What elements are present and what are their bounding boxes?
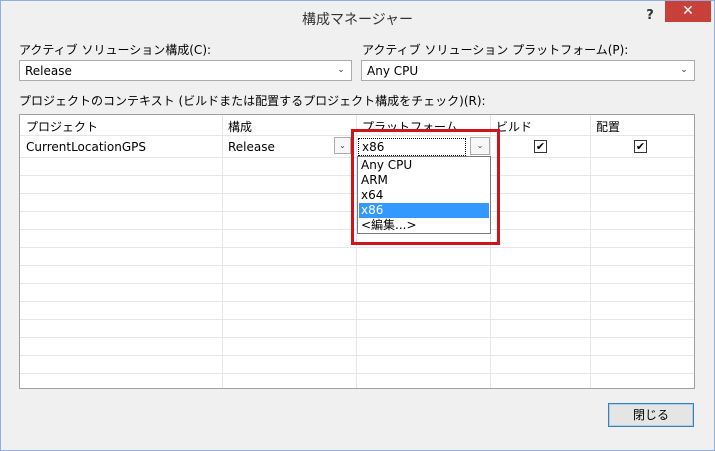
row-config-select[interactable]: Release ⌄ [222,137,356,155]
active-config-label: アクティブ ソリューション構成(C): [19,43,212,57]
project-context-label: プロジェクトのコンテキスト (ビルドまたは配置するプロジェクト構成をチェック)(… [19,94,486,108]
window-title: 構成マネージャー [301,12,414,28]
active-platform-value: Any CPU [367,64,419,78]
title-bar: 構成マネージャー ? ✕ [1,1,714,35]
chevron-down-icon: ⌄ [337,65,345,75]
active-config-value: Release [25,64,72,78]
help-button[interactable]: ? [637,6,663,26]
column-header-project[interactable]: プロジェクト [20,115,98,135]
row-build-checkbox[interactable]: ✔ [534,140,547,153]
active-platform-label: アクティブ ソリューション プラットフォーム(P): [362,43,629,57]
chevron-down-icon[interactable]: ⌄ [334,137,351,154]
chevron-down-icon: ⌄ [680,65,688,75]
active-platform-select[interactable]: Any CPU ⌄ [361,60,695,81]
column-header-config[interactable]: 構成 [222,115,252,135]
highlight-annotation-box [351,129,500,245]
row-deploy-checkbox[interactable]: ✔ [634,140,647,153]
configuration-manager-dialog: 構成マネージャー ? ✕ アクティブ ソリューション構成(C): Release… [0,0,715,451]
row-project-name: CurrentLocationGPS [26,140,146,154]
active-config-select[interactable]: Release ⌄ [19,60,352,81]
row-config-value: Release [228,140,275,154]
close-button[interactable]: 閉じる [608,403,694,427]
column-header-deploy[interactable]: 配置 [590,115,620,135]
close-window-button[interactable]: ✕ [665,1,711,22]
